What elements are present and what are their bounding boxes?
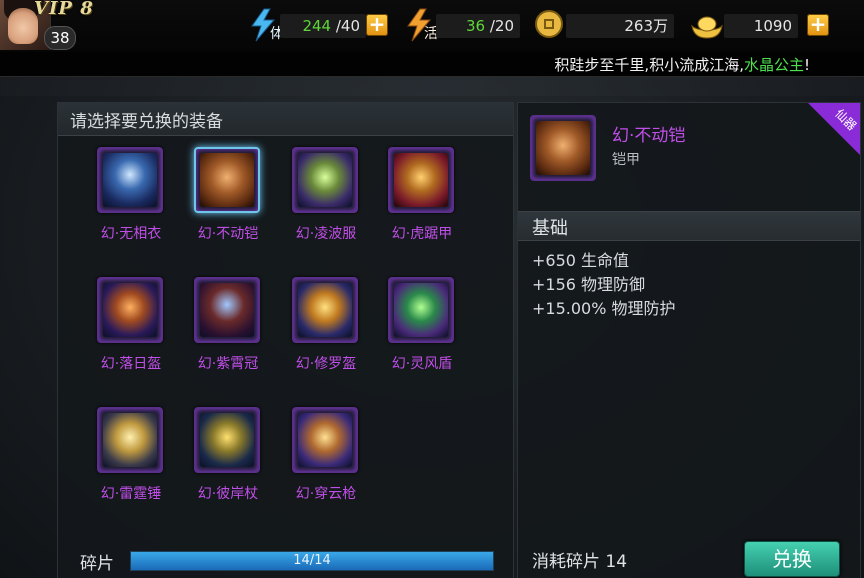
fragment-cost: 消耗碎片 14	[532, 552, 628, 572]
announcement-end: !	[803, 56, 810, 74]
ingots-value: 1090	[724, 14, 798, 38]
panel-header: 请选择要兑换的装备	[58, 103, 513, 136]
equipment-icon-frame	[194, 407, 260, 473]
coins-stat: 263万	[534, 10, 674, 40]
selected-equipment-icon	[530, 115, 596, 181]
game-screen: VIP 8 38 体 244 /40 + 活 36 /20 263万 1090 …	[0, 0, 864, 578]
equipment-icon-frame	[388, 277, 454, 343]
equipment-icon-frame	[194, 277, 260, 343]
equipment-label: 幻·彼岸杖	[197, 486, 259, 502]
spear-icon	[298, 413, 352, 467]
equipment-item-selected[interactable]: 幻·不动铠	[188, 147, 268, 247]
announcement-player[interactable]: 水晶公主	[744, 56, 804, 74]
helmet-icon	[103, 283, 157, 337]
hammer-icon	[103, 413, 157, 467]
fragment-progress-bar: 14/14	[130, 551, 494, 571]
equipment-item[interactable]: 幻·修罗盔	[286, 277, 366, 377]
crown-icon	[200, 283, 254, 337]
equipment-item[interactable]: 幻·紫霄冠	[188, 277, 268, 377]
attribute-line: +650 生命值	[532, 251, 630, 270]
equipment-label: 幻·凌波服	[295, 226, 357, 242]
vigor-max: /20	[485, 17, 514, 35]
equipment-label: 幻·灵风盾	[391, 356, 453, 372]
equipment-icon-frame	[292, 407, 358, 473]
robe-icon	[103, 153, 157, 207]
equipment-label: 幻·紫霄冠	[197, 356, 259, 372]
gold-ingot-icon	[691, 16, 723, 39]
fragment-label: 碎片	[80, 554, 114, 574]
base-stats-header: 基础	[518, 211, 860, 241]
player-level: 38	[44, 26, 76, 50]
coins-value: 263万	[566, 14, 674, 38]
fire-lightning-icon: 活	[407, 8, 438, 42]
selected-equipment-name: 幻·不动铠	[612, 126, 686, 146]
stamina-value: 244 /40	[280, 14, 366, 38]
equipment-label: 幻·不动铠	[197, 226, 259, 242]
armor-icon	[200, 153, 254, 207]
equipment-item[interactable]: 幻·凌波服	[286, 147, 366, 247]
equipment-icon-frame	[97, 147, 163, 213]
equipment-item[interactable]: 幻·彼岸杖	[188, 407, 268, 507]
progress-text: 14/14	[293, 553, 331, 568]
equipment-label: 幻·虎踞甲	[391, 226, 453, 242]
exchange-button[interactable]: 兑换	[744, 541, 840, 577]
lightning-icon: 体	[251, 8, 284, 42]
equipment-icon-frame	[292, 147, 358, 213]
add-ingots-button[interactable]: +	[807, 14, 829, 36]
stamina-max: /40	[331, 17, 360, 35]
equipment-label: 幻·雷霆锤	[100, 486, 162, 502]
equipment-item[interactable]: 幻·灵风盾	[382, 277, 462, 377]
stamina-stat: 体 244 /40 +	[246, 8, 396, 42]
equipment-label: 幻·修罗盔	[295, 356, 357, 372]
equipment-item[interactable]: 幻·雷霆锤	[91, 407, 171, 507]
ingots-stat: 1090 +	[688, 10, 834, 40]
selected-equipment-type: 铠甲	[612, 152, 640, 168]
shield-icon	[394, 283, 448, 337]
equipment-detail-panel: 幻·不动铠 铠甲 仙器 基础 +650 生命值 +156 物理防御 +15.00…	[517, 102, 861, 578]
base-stats-title: 基础	[532, 218, 568, 239]
add-stamina-button[interactable]: +	[366, 14, 388, 36]
armor-icon	[536, 121, 590, 175]
attribute-list: +650 生命值 +156 物理防御 +15.00% 物理防护	[532, 249, 676, 321]
equipment-item[interactable]: 幻·无相衣	[91, 147, 171, 247]
background-streak	[0, 76, 864, 96]
equipment-icon-frame	[388, 147, 454, 213]
vip-badge: VIP 8	[34, 0, 94, 19]
vigor-stat: 活 36 /20	[402, 8, 522, 42]
announcement-text: 积跬步至千里,积小流成江海,水晶公主!	[554, 54, 810, 75]
demon-helmet-icon	[298, 283, 352, 337]
equipment-item[interactable]: 幻·穿云枪	[286, 407, 366, 507]
vigor-value: 36 /20	[436, 14, 520, 38]
equipment-icon-frame	[97, 407, 163, 473]
garment-icon	[298, 153, 352, 207]
equipment-label: 幻·无相衣	[100, 226, 162, 242]
stamina-current: 244	[302, 17, 332, 35]
equipment-select-panel: 请选择要兑换的装备 幻·无相衣 幻·不动铠 幻·凌波服 幻·虎踞甲 幻·落日盔 …	[57, 102, 514, 578]
equipment-icon-frame	[194, 147, 260, 213]
tiger-armor-icon	[394, 153, 448, 207]
vigor-current: 36	[465, 17, 486, 35]
attribute-line: +156 物理防御	[532, 275, 646, 294]
staff-icon	[200, 413, 254, 467]
rarity-ribbon: 仙器	[808, 103, 860, 155]
equipment-item[interactable]: 幻·虎踞甲	[382, 147, 462, 247]
panel-title: 请选择要兑换的装备	[70, 112, 223, 132]
equipment-item[interactable]: 幻·落日盔	[91, 277, 171, 377]
top-bar: VIP 8 38 体 244 /40 + 活 36 /20 263万 1090 …	[0, 0, 864, 52]
fragment-progress-row: 碎片 14/14	[58, 539, 513, 578]
equipment-icon-frame	[97, 277, 163, 343]
equipment-label: 幻·穿云枪	[295, 486, 357, 502]
equipment-label: 幻·落日盔	[100, 356, 162, 372]
announcement-main: 积跬步至千里,积小流成江海,	[554, 56, 744, 74]
equipment-icon-frame	[292, 277, 358, 343]
attribute-line: +15.00% 物理防护	[532, 299, 676, 318]
announcement-bar: 积跬步至千里,积小流成江海,水晶公主!	[0, 52, 864, 77]
